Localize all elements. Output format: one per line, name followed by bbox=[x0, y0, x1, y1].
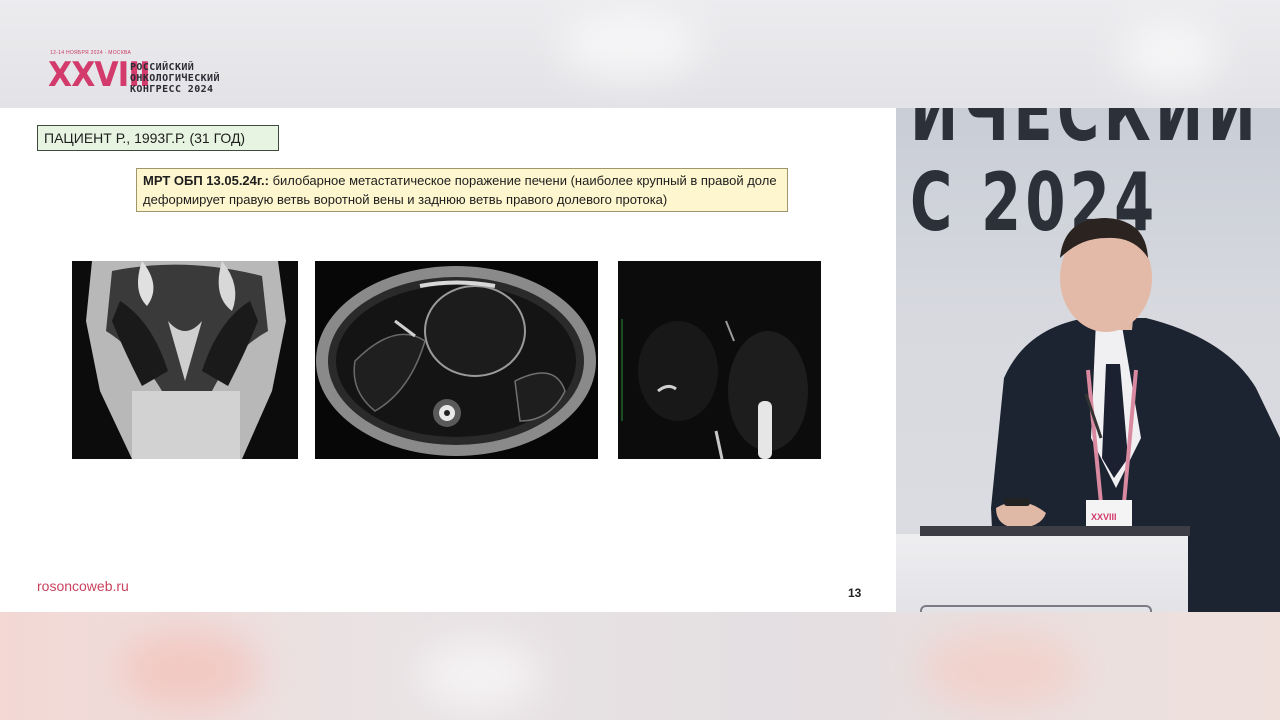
mri-image-coronal bbox=[72, 261, 298, 459]
logo-line-2: ОНКОЛОГИЧЕСКИЙ bbox=[130, 73, 220, 84]
bokeh-light bbox=[120, 630, 260, 710]
bokeh-light bbox=[920, 630, 1080, 710]
bokeh-light bbox=[1120, 20, 1220, 90]
presenter-camera-view: ИЧЕСКИЙ С 2024 XXVIII bbox=[896, 108, 1280, 612]
logo-line-1: РОССИЙСКИЙ bbox=[130, 62, 195, 73]
mrt-title: МРТ ОБП 13.05.24г.: bbox=[143, 173, 269, 188]
badge-text: XXVIII bbox=[1091, 512, 1117, 522]
mrt-description: МРТ ОБП 13.05.24г.: билобарное метастати… bbox=[136, 168, 788, 212]
mri-axial-graphic bbox=[315, 261, 598, 459]
bokeh-light bbox=[560, 10, 700, 80]
podium bbox=[896, 534, 1188, 612]
podium-panel-edge bbox=[920, 605, 1152, 612]
mri-image-axial bbox=[315, 261, 598, 459]
logo-text: РОССИЙСКИЙ ОНКОЛОГИЧЕСКИЙ КОНГРЕСС 2024 bbox=[130, 62, 220, 95]
podium-top-edge bbox=[920, 526, 1190, 536]
patient-label: ПАЦИЕНТ Р., 1993Г.Р. (31 ГОД) bbox=[37, 125, 279, 151]
slide-page-number: 13 bbox=[848, 586, 862, 600]
presentation-slide: ПАЦИЕНТ Р., 1993Г.Р. (31 ГОД) МРТ ОБП 13… bbox=[0, 108, 896, 612]
congress-logo: 12-14 НОЯБРЯ 2024 · МОСКВА XXVIII РОССИЙ… bbox=[48, 50, 238, 102]
video-frame: 12-14 НОЯБРЯ 2024 · МОСКВА XXVIII РОССИЙ… bbox=[0, 0, 1280, 720]
bokeh-light bbox=[420, 640, 540, 710]
logo-line-3: КОНГРЕСС 2024 bbox=[130, 84, 214, 95]
mri-coronal-graphic bbox=[72, 261, 298, 459]
mri-image-mrcp bbox=[618, 261, 821, 459]
mri-mrcp-graphic bbox=[618, 261, 821, 459]
site-url: rosoncoweb.ru bbox=[37, 578, 129, 594]
